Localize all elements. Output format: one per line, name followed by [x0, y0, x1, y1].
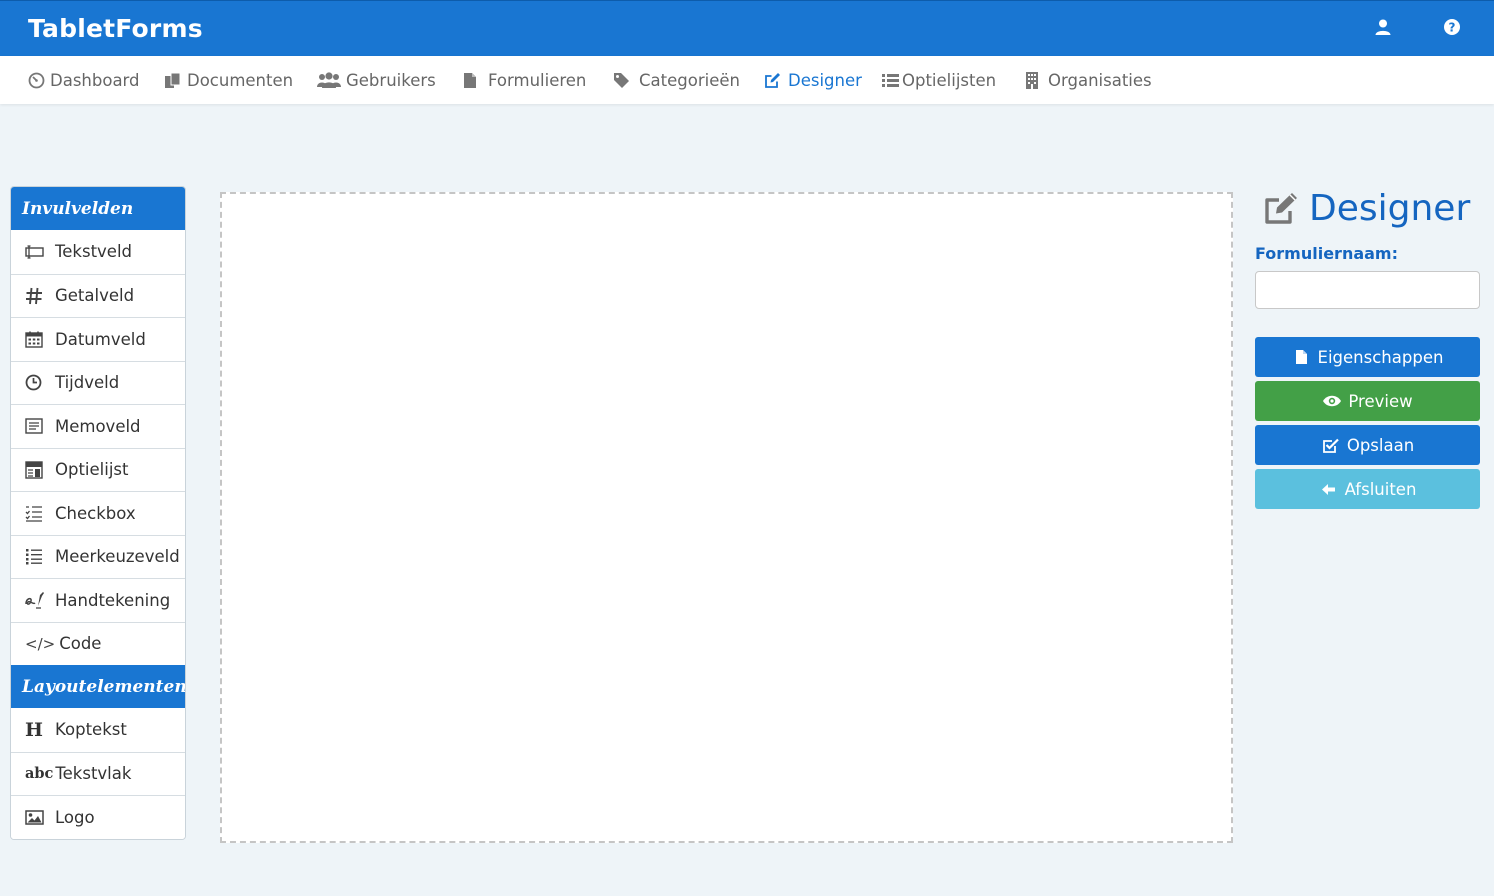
button-label: Opslaan [1346, 435, 1415, 455]
edit-icon [1261, 189, 1301, 229]
toolbox-panel: Invulvelden Tekstveld Getalveld Datumvel… [10, 186, 186, 840]
tool-logo[interactable]: Logo [11, 795, 185, 839]
toolbox-header-layout: Layoutelementen [11, 665, 185, 708]
tool-signature[interactable]: Handtekening [11, 578, 185, 622]
file-icon [460, 70, 480, 90]
heading-icon: H [25, 718, 43, 741]
tool-optionlist[interactable]: Optielijst [11, 447, 185, 491]
tool-datefield[interactable]: Datumveld [11, 317, 185, 361]
tool-numberfield[interactable]: Getalveld [11, 273, 185, 317]
documents-icon [163, 70, 183, 90]
nav-organisations[interactable]: Organisaties [1022, 56, 1152, 104]
tool-label: Logo [55, 807, 95, 827]
nav-label: Formulieren [488, 70, 587, 90]
save-button[interactable]: Opslaan [1255, 425, 1480, 465]
user-icon[interactable] [1372, 16, 1394, 38]
tool-label: Tekstveld [55, 242, 133, 262]
edit-icon [762, 70, 782, 90]
nav-label: Dashboard [50, 70, 140, 90]
dashboard-icon [26, 70, 46, 90]
help-icon[interactable]: ? [1441, 16, 1463, 38]
nav-documents[interactable]: Documenten [163, 56, 293, 104]
building-icon [1022, 70, 1042, 90]
tool-label: Code [59, 634, 102, 654]
nav-label: Designer [788, 70, 862, 90]
tool-memofield[interactable]: Memoveld [11, 404, 185, 448]
nav-designer[interactable]: Designer [762, 56, 862, 104]
form-name-input[interactable] [1255, 271, 1480, 309]
nav-users[interactable]: Gebruikers [316, 56, 436, 104]
memo-icon [25, 416, 47, 436]
code-icon: </> [25, 634, 56, 653]
nav-optionlists[interactable]: Optielijsten [880, 56, 996, 104]
textblock-icon: abc [25, 765, 54, 783]
tool-label: Optielijst [55, 460, 129, 480]
tool-label: Datumveld [55, 329, 146, 349]
page-title-text: Designer [1309, 188, 1471, 229]
button-label: Afsluiten [1344, 479, 1417, 499]
image-icon [25, 807, 47, 827]
nav-label: Optielijsten [902, 70, 997, 90]
tool-label: Tekstvlak [55, 764, 132, 784]
button-label: Eigenschappen [1317, 347, 1444, 367]
tag-icon [611, 70, 631, 90]
tool-heading[interactable]: H Koptekst [11, 708, 185, 752]
list-icon [880, 70, 900, 90]
nav-label: Categorieën [639, 70, 740, 90]
calendar-icon [25, 329, 47, 349]
multichoice-icon [25, 547, 47, 567]
tool-label: Checkbox [55, 503, 136, 523]
tool-label: Getalveld [55, 286, 135, 306]
tool-label: Koptekst [55, 720, 127, 740]
nav-label: Organisaties [1048, 70, 1152, 90]
hash-icon [25, 286, 47, 306]
form-name-label: Formuliernaam: [1255, 244, 1398, 263]
check-square-icon [1321, 436, 1341, 454]
main-nav: Dashboard Documenten Gebruikers Formulie… [0, 56, 1494, 104]
nav-label: Gebruikers [346, 70, 436, 90]
eye-icon [1322, 392, 1342, 410]
tool-checkbox[interactable]: Checkbox [11, 491, 185, 535]
tool-label: Tijdveld [55, 373, 120, 393]
brand-logo[interactable]: TabletForms [28, 14, 203, 43]
nav-dashboard[interactable]: Dashboard [26, 56, 140, 104]
tool-textfield[interactable]: Tekstveld [11, 230, 185, 274]
file-icon [1292, 348, 1312, 366]
nav-categories[interactable]: Categorieën [611, 56, 740, 104]
tool-timefield[interactable]: Tijdveld [11, 360, 185, 404]
tool-multichoice[interactable]: Meerkeuzeveld [11, 534, 185, 578]
nav-forms[interactable]: Formulieren [460, 56, 586, 104]
checklist-icon [25, 503, 47, 523]
tool-label: Memoveld [55, 416, 141, 436]
tool-label: Handtekening [55, 590, 171, 610]
users-icon [316, 70, 342, 90]
close-button[interactable]: Afsluiten [1255, 469, 1480, 509]
page-title: Designer [1255, 188, 1470, 229]
clock-icon [25, 373, 47, 393]
tool-textblock[interactable]: abc Tekstvlak [11, 751, 185, 795]
nav-label: Documenten [187, 70, 294, 90]
properties-button[interactable]: Eigenschappen [1255, 337, 1480, 377]
top-bar: TabletForms ? [0, 0, 1494, 56]
tool-label: Meerkeuzeveld [55, 547, 180, 567]
signature-icon [25, 590, 47, 610]
design-canvas[interactable] [220, 192, 1233, 843]
svg-text:?: ? [1449, 20, 1456, 34]
textfield-icon [25, 242, 47, 262]
tool-code[interactable]: </> Code [11, 621, 185, 665]
preview-button[interactable]: Preview [1255, 381, 1480, 421]
button-label: Preview [1348, 391, 1413, 411]
arrow-left-icon [1319, 480, 1339, 498]
toolbox-header-fields: Invulvelden [11, 187, 185, 230]
dropdown-icon [25, 460, 47, 480]
